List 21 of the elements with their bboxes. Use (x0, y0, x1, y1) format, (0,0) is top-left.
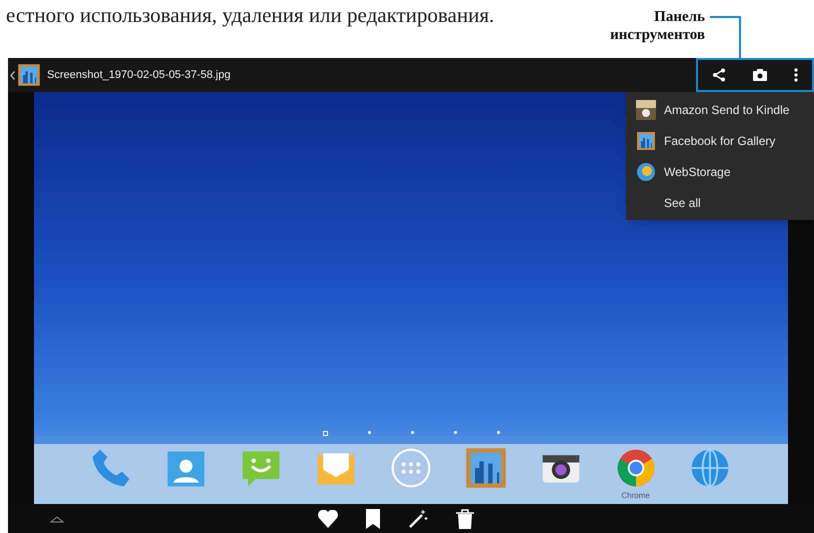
gallery-icon (17, 63, 41, 87)
app-label: Chrome (621, 490, 650, 502)
bookmark-icon[interactable] (366, 508, 380, 528)
gallery-icon (636, 130, 656, 150)
menu-item[interactable]: See all (626, 187, 814, 218)
share-icon[interactable] (712, 68, 726, 82)
menu-item[interactable]: WebStorage (626, 156, 814, 187)
callout-label: Панель инструментов (609, 8, 705, 44)
camera-icon[interactable] (752, 69, 767, 81)
body-text: естного использования, удаления или редактирования. (6, 3, 494, 27)
overflow-menu-icon[interactable] (794, 68, 798, 82)
menu-item[interactable]: Facebook for Gallery (626, 125, 814, 156)
screen-title: Screenshot_1970-02-05-05-37-58.jpg (47, 68, 230, 83)
magic-wand-icon[interactable] (408, 508, 428, 528)
back-caret-icon[interactable] (10, 70, 15, 80)
trash-icon[interactable] (456, 508, 474, 528)
chevron-up-icon[interactable] (50, 514, 64, 522)
gallery-icon (464, 446, 508, 490)
heart-icon[interactable] (318, 510, 338, 528)
menu-item[interactable]: Amazon Send to Kindle (626, 94, 814, 125)
webstorage-icon (636, 162, 656, 182)
